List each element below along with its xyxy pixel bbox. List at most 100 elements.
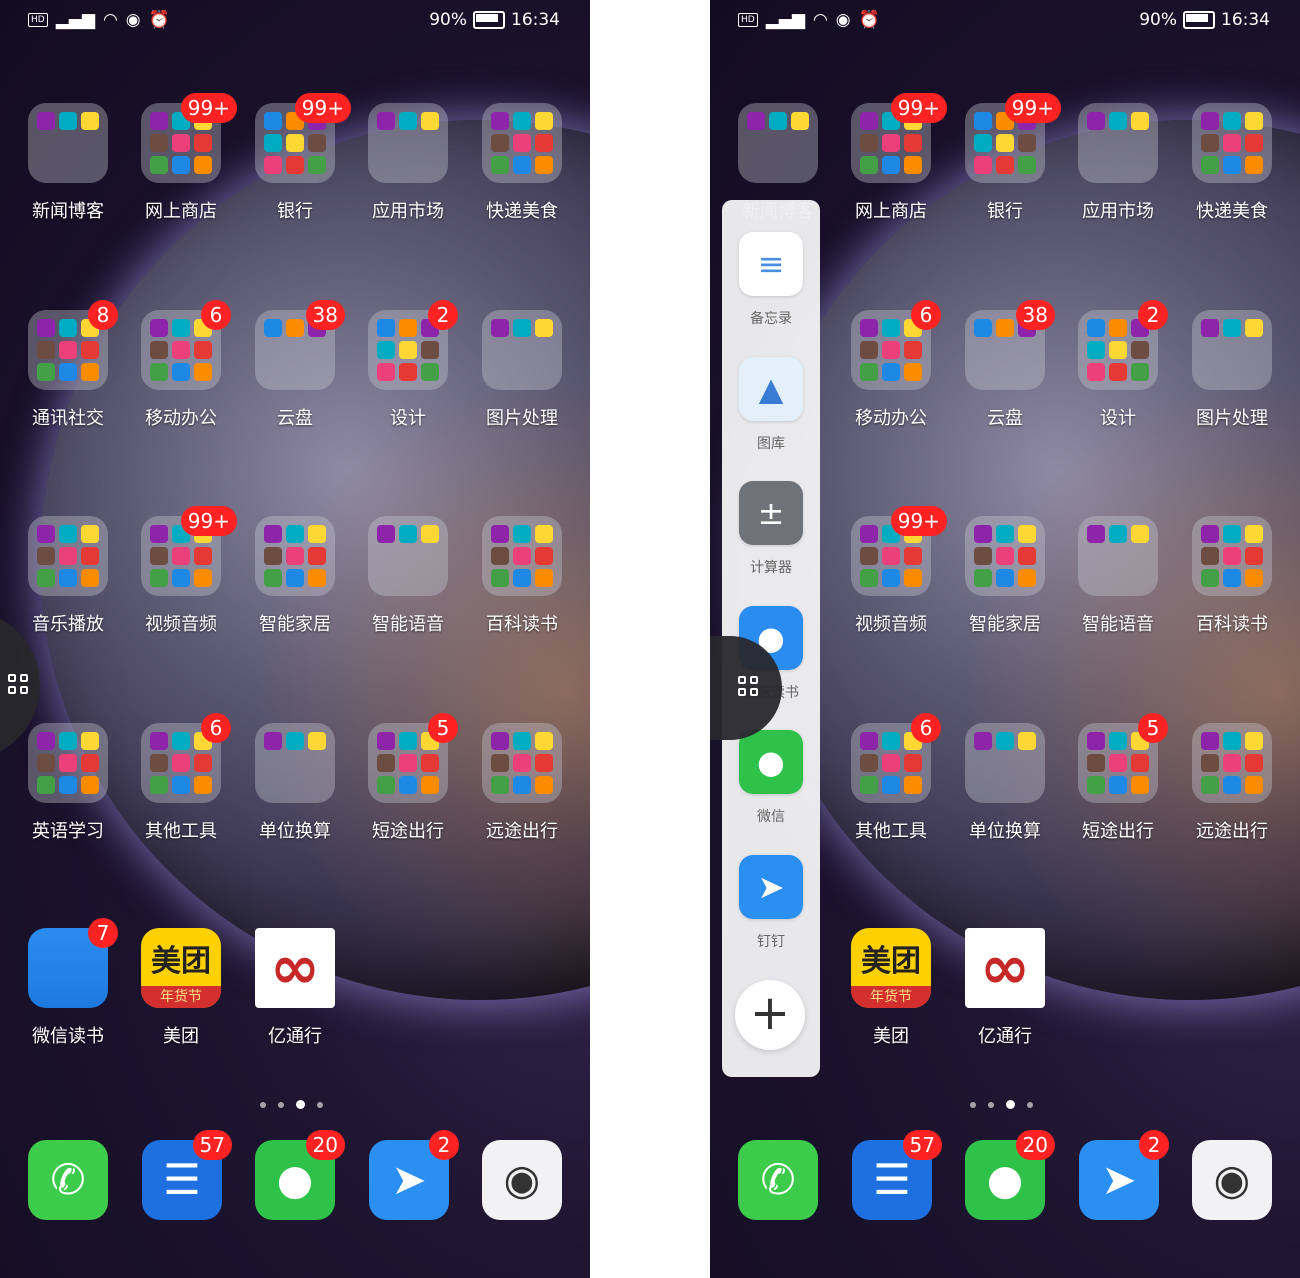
mini-app-icon: [150, 156, 168, 174]
dock-phone-icon[interactable]: ✆: [738, 1140, 818, 1220]
app-label: 图片处理: [486, 408, 558, 429]
mini-app-icon: [904, 134, 922, 152]
app-icon-移动办公[interactable]: 6 移动办公: [126, 300, 236, 430]
meituan-sub-text: 年货节: [141, 986, 221, 1008]
side-dock-app-钉钉[interactable]: ➤ 钉钉: [738, 854, 804, 951]
notification-badge: 2: [1138, 300, 1168, 330]
notification-badge: 6: [201, 713, 231, 743]
app-icon-网上商店[interactable]: 99+ 网上商店: [836, 93, 947, 223]
mini-app-icon: [81, 363, 99, 381]
app-icon-单位换算[interactable]: 单位换算: [240, 723, 350, 843]
app-icon-短途出行[interactable]: 5 短途出行: [353, 713, 463, 843]
signal-icon: ▂▄▆: [55, 10, 95, 30]
mini-app-icon: [996, 525, 1014, 543]
app-icon-单位换算[interactable]: 单位换算: [950, 723, 1060, 843]
app-icon-应用市场[interactable]: 应用市场: [1063, 103, 1173, 223]
mini-app-icon: [1245, 754, 1263, 772]
app-icon-云盘[interactable]: 38 云盘: [950, 300, 1060, 430]
page-indicator[interactable]: [260, 1100, 323, 1109]
mini-app-icon: [860, 525, 878, 543]
mini-app-icon: [421, 363, 439, 381]
page-dot[interactable]: [1027, 1101, 1033, 1108]
dock-wechat-icon[interactable]: ● 20: [255, 1130, 345, 1220]
app-icon-视频音频[interactable]: 99+ 视频音频: [836, 506, 947, 636]
app-icon-英语学习[interactable]: 英语学习: [13, 723, 123, 843]
mini-app-icon: [513, 776, 531, 794]
app-icon-新闻博客[interactable]: 新闻博客: [13, 103, 123, 223]
app-icon-银行[interactable]: 99+ 银行: [950, 93, 1061, 223]
app-icon-通讯社交[interactable]: 8 通讯社交: [13, 300, 123, 430]
app-icon-网上商店[interactable]: 99+ 网上商店: [126, 93, 237, 223]
app-icon-其他工具[interactable]: 6 其他工具: [126, 713, 236, 843]
app-icon-应用市场[interactable]: 应用市场: [353, 103, 463, 223]
app-icon-快递美食[interactable]: 快递美食: [467, 103, 577, 223]
dock-dingtalk-icon[interactable]: ➤ 2: [1079, 1130, 1169, 1220]
app-icon-移动办公[interactable]: 6 移动办公: [836, 300, 946, 430]
app-icon-设计[interactable]: 2 设计: [353, 300, 463, 430]
mini-app-icon: [59, 732, 77, 750]
mini-app-icon: [421, 112, 439, 130]
dock-wechat-icon[interactable]: ● 20: [965, 1130, 1055, 1220]
dock-camera-icon[interactable]: ◉: [1192, 1140, 1272, 1220]
mini-app-icon: [150, 363, 168, 381]
app-icon-亿通行[interactable]: ∞ 亿通行: [240, 928, 350, 1048]
app-icon-远途出行[interactable]: 远途出行: [467, 723, 577, 843]
app-icon-图片处理[interactable]: 图片处理: [467, 310, 577, 430]
dock-messages-icon[interactable]: ☰ 57: [852, 1130, 942, 1220]
page-indicator[interactable]: [970, 1100, 1033, 1109]
app-icon-音乐播放[interactable]: 音乐播放: [13, 516, 123, 636]
page-dot[interactable]: [970, 1101, 976, 1108]
page-dot[interactable]: [988, 1101, 994, 1108]
dock-phone-icon[interactable]: ✆: [28, 1140, 108, 1220]
app-icon-远途出行[interactable]: 远途出行: [1177, 723, 1287, 843]
grid-icon: [8, 674, 28, 694]
app-icon-智能语音[interactable]: 智能语音: [353, 516, 463, 636]
mini-app-icon: [996, 732, 1014, 750]
add-app-button[interactable]: +: [735, 980, 805, 1050]
app-label: 视频音频: [855, 614, 927, 635]
dock-messages-icon[interactable]: ☰ 57: [142, 1130, 232, 1220]
side-dock-app-图库[interactable]: ▲ 图库: [738, 356, 804, 453]
mini-app-icon: [377, 754, 395, 772]
side-dock-app-备忘录[interactable]: ≡ 备忘录: [738, 232, 804, 328]
folder-icon: [482, 723, 562, 803]
app-icon-智能家居[interactable]: 智能家居: [950, 516, 1060, 636]
app-icon-智能语音[interactable]: 智能语音: [1063, 516, 1173, 636]
notification-badge: 38: [305, 300, 345, 330]
app-label: 美团: [163, 1026, 199, 1047]
app-icon-设计[interactable]: 2 设计: [1063, 300, 1173, 430]
app-icon-图片处理[interactable]: 图片处理: [1177, 310, 1287, 430]
app-icon-快递美食[interactable]: 快递美食: [1177, 103, 1287, 223]
app-icon-美团[interactable]: 美团 年货节 美团: [126, 928, 236, 1048]
mini-app-icon: [37, 525, 55, 543]
mini-app-icon: [308, 547, 326, 565]
app-icon-智能家居[interactable]: 智能家居: [240, 516, 350, 636]
page-dot-active[interactable]: [296, 1100, 305, 1109]
app-icon-微信读书[interactable]: 7 微信读书: [13, 918, 123, 1048]
app-icon-其他工具[interactable]: 6 其他工具: [836, 713, 946, 843]
app-icon-短途出行[interactable]: 5 短途出行: [1063, 713, 1173, 843]
folder-icon: [28, 103, 108, 183]
app-icon-亿通行[interactable]: ∞ 亿通行: [950, 928, 1060, 1048]
side-dock-app-微信[interactable]: ● 微信: [738, 730, 804, 826]
app-label: 视频音频: [145, 614, 217, 635]
app-icon-百科读书[interactable]: 百科读书: [467, 516, 577, 636]
side-dock-app-计算器[interactable]: ± 计算器: [738, 481, 804, 577]
app-icon-美团[interactable]: 美团 年货节 美团: [836, 928, 946, 1048]
app-icon-云盘[interactable]: 38 云盘: [240, 300, 350, 430]
dock-dingtalk-icon[interactable]: ➤ 2: [369, 1130, 459, 1220]
app-icon-银行[interactable]: 99+ 银行: [240, 93, 351, 223]
page-dot[interactable]: [317, 1101, 323, 1108]
app-icon-百科读书[interactable]: 百科读书: [1177, 516, 1287, 636]
page-dot[interactable]: [260, 1101, 266, 1108]
mini-app-icon: [513, 754, 531, 772]
page-dot[interactable]: [278, 1101, 284, 1108]
mini-app-icon: [194, 341, 212, 359]
app-icon-视频音频[interactable]: 99+ 视频音频: [126, 506, 237, 636]
mini-app-icon: [1245, 156, 1263, 174]
mini-app-icon: [308, 134, 326, 152]
page-dot-active[interactable]: [1006, 1100, 1015, 1109]
mini-app-icon: [860, 776, 878, 794]
mini-app-icon: [1201, 525, 1219, 543]
dock-camera-icon[interactable]: ◉: [482, 1140, 562, 1220]
